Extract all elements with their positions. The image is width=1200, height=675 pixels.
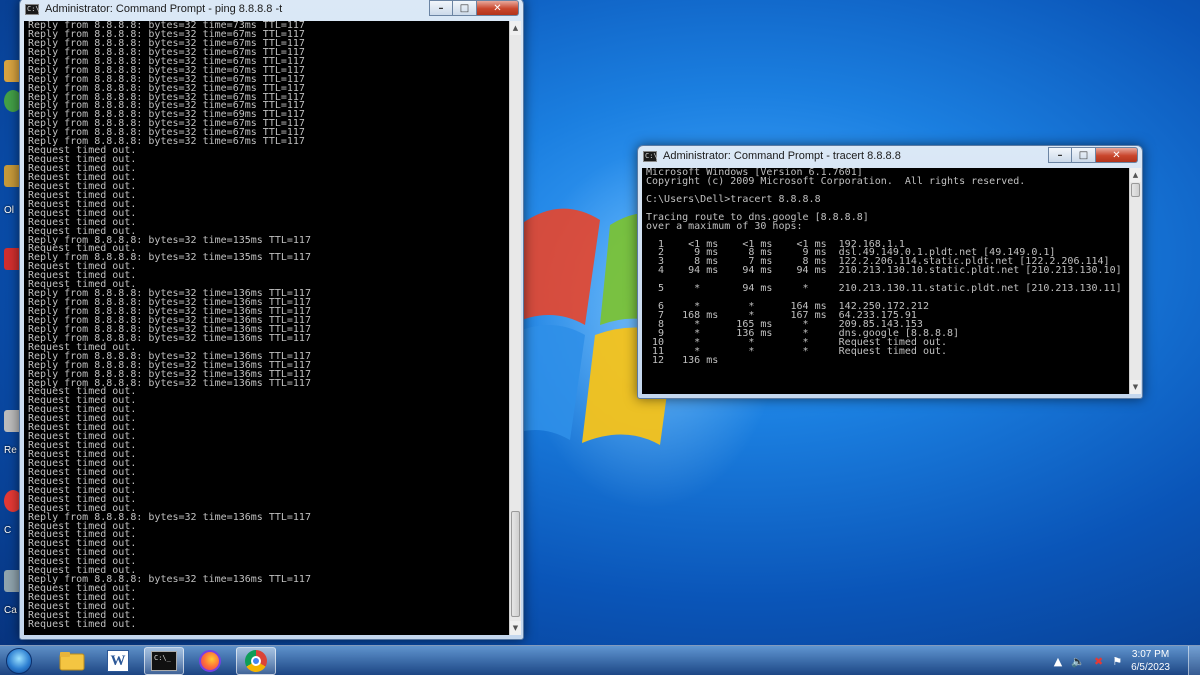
tracert-window-title: Administrator: Command Prompt - tracert …	[663, 150, 901, 162]
taskbar-chrome-button[interactable]	[236, 646, 276, 675]
scroll-thumb[interactable]	[511, 511, 520, 617]
system-tray: ▲ 🔈 ✖ ⚑ 3:07 PM 6/5/2023	[1054, 646, 1200, 675]
console-line: Copyright (c) 2009 Microsoft Corporation…	[646, 175, 1026, 187]
taskbar-explorer-button[interactable]	[52, 647, 92, 675]
taskbar: W C:\_ ▲ 🔈 ✖ ⚑ 3:07 PM 6/5/2023	[0, 645, 1200, 675]
console-line: 12 136 ms	[646, 354, 719, 366]
show-hidden-icons-icon[interactable]: ▲	[1054, 655, 1062, 668]
scroll-down-arrow[interactable]: ▼	[1130, 380, 1141, 394]
clock[interactable]: 3:07 PM 6/5/2023	[1131, 648, 1170, 674]
maximize-button[interactable]: □	[453, 0, 477, 16]
ping-window-title: Administrator: Command Prompt - ping 8.8…	[45, 3, 283, 15]
console-line: over a maximum of 30 hops:	[646, 220, 803, 232]
minimize-button[interactable]: –	[429, 0, 453, 16]
scroll-up-arrow[interactable]: ▲	[1130, 168, 1141, 182]
tracert-console-output[interactable]: Microsoft Windows [Version 6.1.7601] Copy…	[642, 168, 1129, 394]
console-line: _	[28, 627, 35, 635]
ping-console-output[interactable]: Reply from 8.8.8.8: bytes=32 time=73ms T…	[24, 21, 509, 635]
console-line: 11 * * * Request timed out.	[646, 345, 948, 357]
cmd-icon: C:\	[25, 3, 40, 15]
clock-date: 6/5/2023	[1131, 662, 1170, 673]
chrome-icon	[245, 649, 267, 672]
word-icon: W	[107, 649, 129, 672]
tracert-window[interactable]: C:\ Administrator: Command Prompt - trac…	[637, 145, 1143, 399]
network-icon[interactable]: ✖	[1094, 655, 1103, 668]
scroll-down-arrow[interactable]: ▼	[510, 621, 521, 635]
cmd-taskbar-icon: C:\_	[151, 650, 177, 671]
minimize-button[interactable]: –	[1048, 147, 1072, 163]
ping-window[interactable]: C:\ Administrator: Command Prompt - ping…	[19, 0, 524, 640]
speaker-icon[interactable]: 🔈	[1071, 655, 1085, 668]
console-line: 5 * 94 ms * 210.213.130.11.static.pldt.n…	[646, 283, 1122, 295]
tracert-scrollbar[interactable]: ▲ ▼	[1129, 168, 1141, 394]
maximize-button[interactable]: □	[1072, 147, 1096, 163]
desktop-label-4: Ca	[4, 605, 17, 616]
taskbar-cmd-button[interactable]: C:\_	[144, 646, 184, 675]
taskbar-word-button[interactable]: W	[98, 647, 138, 675]
firefox-icon	[199, 649, 221, 672]
scroll-up-arrow[interactable]: ▲	[510, 21, 521, 35]
show-desktop-button[interactable]	[1188, 646, 1200, 675]
console-line: 4 94 ms 94 ms 94 ms 210.213.130.10.stati…	[646, 265, 1122, 277]
console-line: Request timed out.	[28, 618, 137, 630]
folder-icon	[59, 651, 85, 670]
close-button[interactable]: ✕	[477, 0, 519, 16]
scroll-thumb[interactable]	[1131, 183, 1140, 197]
start-button[interactable]	[2, 646, 36, 675]
desktop-label-3: C	[4, 525, 12, 536]
cmd-icon: C:\	[643, 150, 658, 162]
close-button[interactable]: ✕	[1096, 147, 1138, 163]
flag-icon[interactable]: ⚑	[1112, 655, 1122, 668]
clock-time: 3:07 PM	[1131, 649, 1170, 660]
desktop-label-2: Re	[4, 445, 17, 456]
taskbar-firefox-button[interactable]	[190, 647, 230, 675]
desktop-label-1: Ol	[4, 205, 14, 216]
ping-window-titlebar[interactable]: C:\ Administrator: Command Prompt - ping…	[20, 0, 523, 19]
tracert-window-titlebar[interactable]: C:\ Administrator: Command Prompt - trac…	[638, 146, 1142, 166]
windows-start-orb-icon	[6, 647, 32, 674]
console-line: C:\Users\Dell>tracert 8.8.8.8	[646, 193, 821, 205]
ping-scrollbar[interactable]: ▲ ▼	[509, 21, 521, 635]
